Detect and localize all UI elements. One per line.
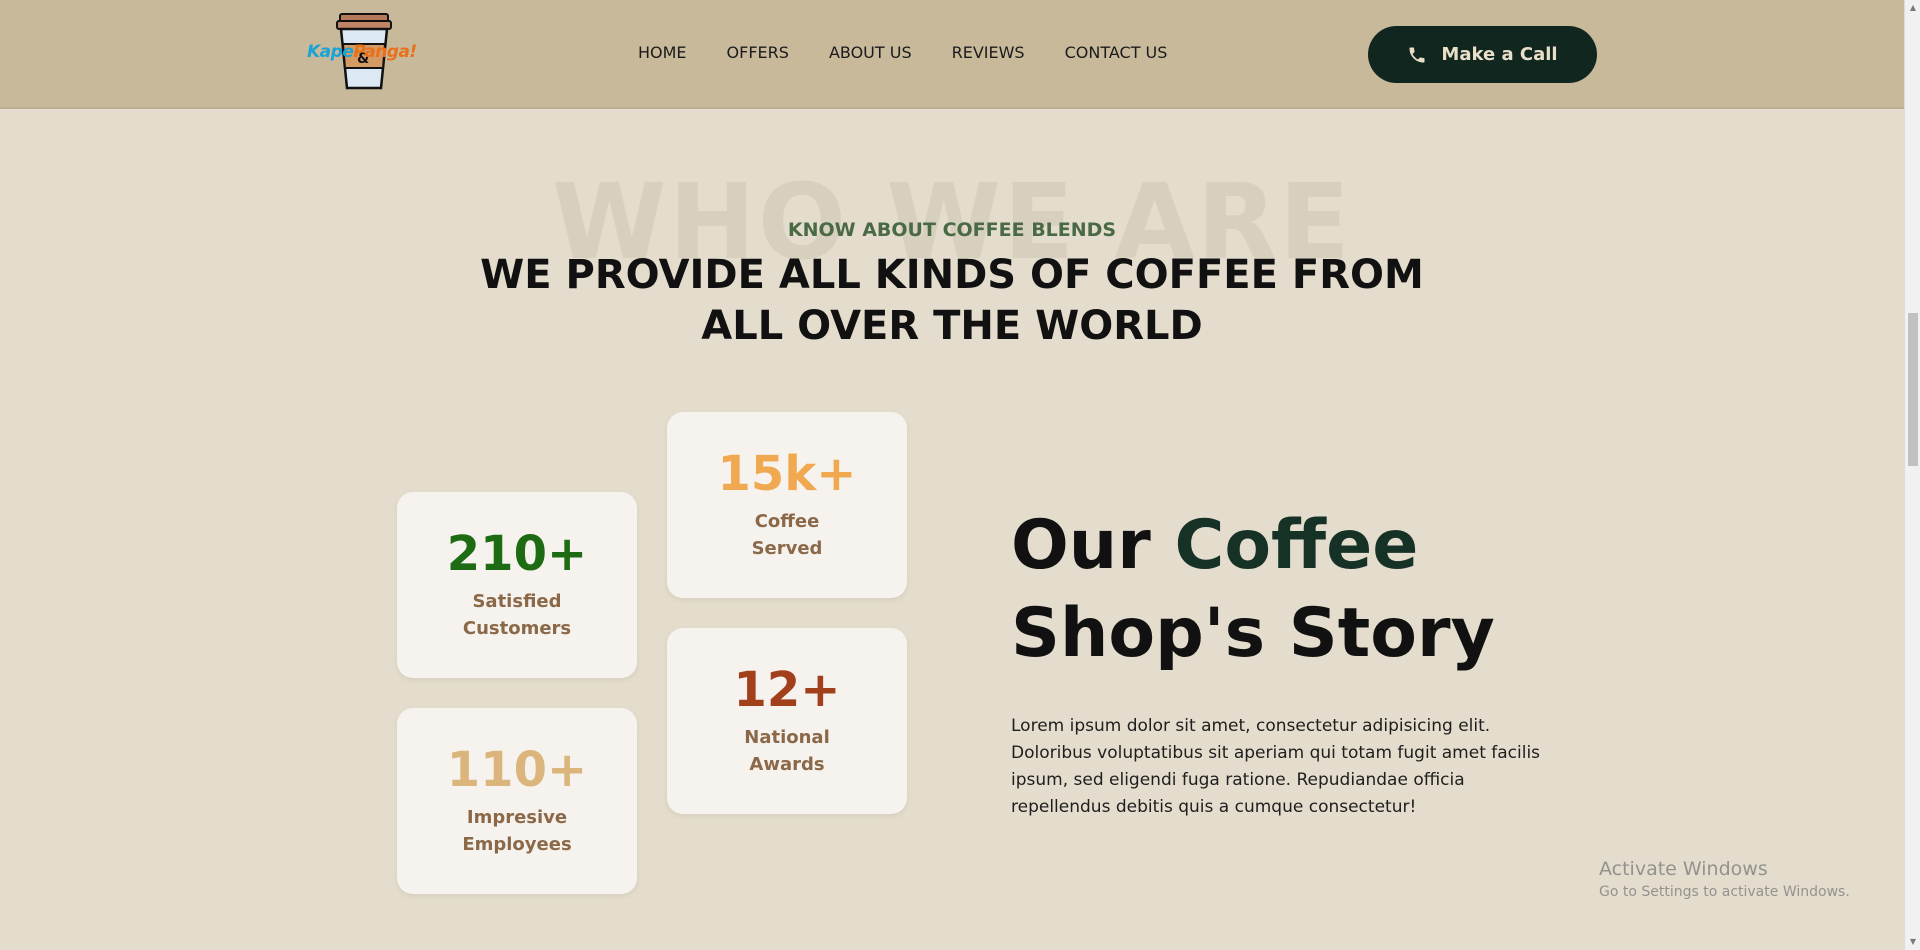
stat-card-awards: 12+ National Awards xyxy=(667,628,907,814)
stat-label: Coffee Served xyxy=(751,511,823,560)
page-scrollbar[interactable]: ▲ ▼ xyxy=(1904,0,1920,950)
stat-value: 12+ xyxy=(733,661,841,718)
phone-icon xyxy=(1409,47,1425,62)
section-eyebrow: KNOW ABOUT COFFEE BLENDS xyxy=(787,219,1117,241)
logo-text-kape: Kape xyxy=(307,42,354,62)
logo[interactable]: & KapePanga! xyxy=(305,10,430,92)
story-title: Our Coffee Shop's Story xyxy=(1011,502,1495,678)
stat-card-coffee-served: 15k+ Coffee Served xyxy=(667,412,907,598)
story-title-line-1: Our Coffee xyxy=(1011,502,1495,590)
site-header: & KapePanga! HOME OFFERS ABOUT US REVIEW… xyxy=(0,0,1904,109)
story-title-accent: Coffee xyxy=(1174,506,1419,585)
main-nav: HOME OFFERS ABOUT US REVIEWS CONTACT US xyxy=(638,43,1167,62)
scroll-up-arrow-icon[interactable]: ▲ xyxy=(1905,0,1920,16)
scroll-down-arrow-icon[interactable]: ▼ xyxy=(1905,934,1920,950)
stat-card-employees: 110+ Impresive Employees xyxy=(397,708,637,894)
section-headline: WE PROVIDE ALL KINDS OF COFFEE FROM ALL … xyxy=(0,250,1904,352)
make-a-call-button[interactable]: Make a Call xyxy=(1368,26,1597,83)
nav-offers[interactable]: OFFERS xyxy=(727,43,789,62)
nav-reviews[interactable]: REVIEWS xyxy=(952,43,1025,62)
headline-line-1: WE PROVIDE ALL KINDS OF COFFEE FROM xyxy=(480,252,1424,298)
nav-contact-us[interactable]: CONTACT US xyxy=(1065,43,1168,62)
activate-windows-subtitle: Go to Settings to activate Windows. xyxy=(1599,884,1850,900)
logo-wordmark: KapePanga! xyxy=(307,42,417,62)
stat-value: 110+ xyxy=(446,741,588,798)
stat-card-customers: 210+ Satisfied Customers xyxy=(397,492,637,678)
scrollbar-thumb[interactable] xyxy=(1908,313,1918,466)
nav-home[interactable]: HOME xyxy=(638,43,687,62)
story-title-prefix: Our xyxy=(1011,506,1175,585)
nav-about-us[interactable]: ABOUT US xyxy=(829,43,912,62)
make-a-call-label: Make a Call xyxy=(1441,44,1558,65)
activate-windows-title: Activate Windows xyxy=(1599,858,1768,880)
story-body: Lorem ipsum dolor sit amet, consectetur … xyxy=(1011,716,1541,817)
stat-label: Satisfied Customers xyxy=(462,591,572,640)
logo-text-panga: Panga! xyxy=(353,42,417,62)
activate-windows-notice: Activate Windows Go to Settings to activ… xyxy=(1599,858,1850,900)
stat-value: 15k+ xyxy=(717,445,857,502)
headline-line-2: ALL OVER THE WORLD xyxy=(701,303,1203,349)
stat-label: Impresive Employees xyxy=(462,807,572,856)
stat-label: National Awards xyxy=(744,727,830,776)
story-title-line-2: Shop's Story xyxy=(1011,594,1495,673)
stat-value: 210+ xyxy=(446,525,588,582)
